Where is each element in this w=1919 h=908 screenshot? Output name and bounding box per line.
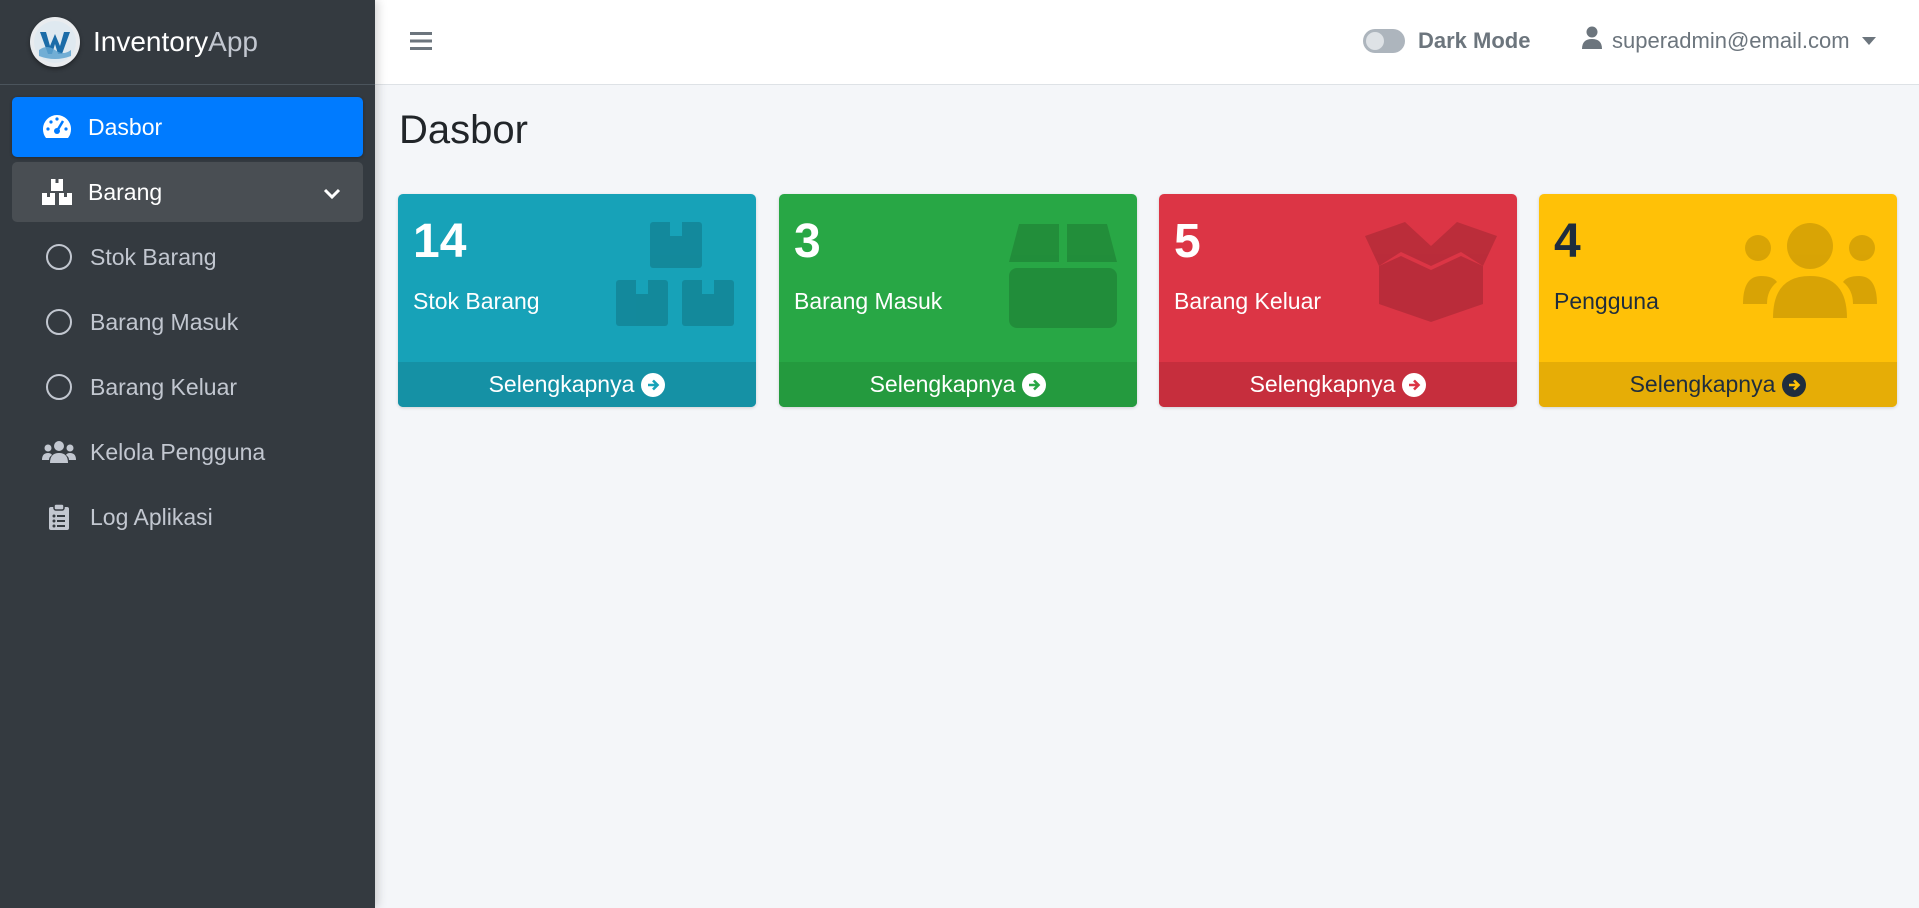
stat-card-stok-barang: 14 Stok Barang Selengkapnya [398, 194, 756, 407]
stat-count: 3 [794, 215, 821, 268]
stat-card-barang-keluar: 5 Barang Keluar Selengkapnya [1159, 194, 1517, 407]
more-info-label: Selengkapnya [869, 371, 1016, 397]
more-info-label: Selengkapnya [1249, 371, 1396, 397]
more-info-link[interactable]: Selengkapnya [398, 362, 756, 407]
more-info-label: Selengkapnya [488, 371, 635, 397]
brand-name: InventoryApp [93, 26, 258, 57]
arrow-circle-right-icon [1022, 372, 1047, 397]
circle-icon [42, 370, 76, 404]
arrow-circle-right-icon [641, 372, 666, 397]
sidebar-item-label: Dasbor [88, 113, 163, 140]
circle-icon [42, 240, 76, 274]
more-info-label: Selengkapnya [1629, 371, 1776, 397]
users-icon [42, 435, 76, 469]
sidebar-nav: Dasbor Barang Stok Barang Barang Masuk B… [0, 85, 375, 564]
stat-count: 4 [1554, 215, 1581, 268]
sidebar-item-label: Log Aplikasi [90, 503, 213, 530]
stat-count: 14 [413, 215, 467, 268]
users-icon [1743, 222, 1877, 325]
boxes-icon [40, 175, 74, 209]
box-open-icon [1365, 222, 1497, 327]
sidebar-item-label: Barang Keluar [90, 373, 238, 400]
dark-mode-switch: Dark Mode [1363, 28, 1530, 54]
dark-mode-toggle[interactable] [1363, 29, 1405, 53]
user-menu-dropdown[interactable]: superadmin@email.com [1582, 26, 1876, 56]
sidebar-item-label: Kelola Pengguna [90, 438, 266, 465]
sidebar-item-log-aplikasi[interactable]: Log Aplikasi [12, 487, 363, 547]
sidebar: InventoryApp Dasbor Barang Stok Barang B… [0, 0, 375, 908]
boxes-icon [616, 222, 736, 337]
more-info-link[interactable]: Selengkapnya [1539, 362, 1897, 407]
stat-label: Stok Barang [413, 288, 540, 314]
stat-card-pengguna: 4 Pengguna Selengkapnya [1539, 194, 1897, 407]
hamburger-menu-icon[interactable] [409, 30, 433, 57]
tachometer-icon [40, 110, 74, 144]
user-icon [1582, 26, 1602, 56]
dark-mode-label: Dark Mode [1418, 28, 1531, 53]
circle-icon [42, 305, 76, 339]
more-info-link[interactable]: Selengkapnya [779, 362, 1137, 407]
sidebar-item-dasbor[interactable]: Dasbor [12, 97, 363, 157]
stat-label: Barang Keluar [1174, 288, 1322, 314]
brand-logo-icon [30, 17, 80, 67]
caret-down-icon [1861, 37, 1876, 45]
chevron-down-icon [323, 180, 341, 207]
sidebar-item-label: Barang [88, 178, 163, 205]
sidebar-item-label: Barang Masuk [90, 308, 239, 335]
sidebar-item-kelola-pengguna[interactable]: Kelola Pengguna [12, 422, 363, 482]
sidebar-item-barang-masuk[interactable]: Barang Masuk [12, 292, 363, 352]
stat-label: Pengguna [1554, 288, 1659, 314]
sidebar-item-stok-barang[interactable]: Stok Barang [12, 227, 363, 287]
sidebar-item-barang[interactable]: Barang [12, 162, 363, 222]
stat-label: Barang Masuk [794, 288, 943, 314]
arrow-circle-right-icon [1402, 372, 1427, 397]
box-icon [1009, 222, 1117, 335]
brand-link[interactable]: InventoryApp [0, 0, 375, 85]
sidebar-item-barang-keluar[interactable]: Barang Keluar [12, 357, 363, 417]
top-navbar: Dark Mode superadmin@email.com [375, 0, 1919, 85]
stat-card-barang-masuk: 3 Barang Masuk Selengkapnya [779, 194, 1137, 407]
clipboard-list-icon [42, 500, 76, 534]
arrow-circle-right-icon [1782, 372, 1807, 397]
user-email: superadmin@email.com [1612, 28, 1850, 53]
page-title: Dasbor [399, 108, 528, 152]
more-info-link[interactable]: Selengkapnya [1159, 362, 1517, 407]
sidebar-item-label: Stok Barang [90, 243, 217, 270]
stat-count: 5 [1174, 215, 1201, 268]
